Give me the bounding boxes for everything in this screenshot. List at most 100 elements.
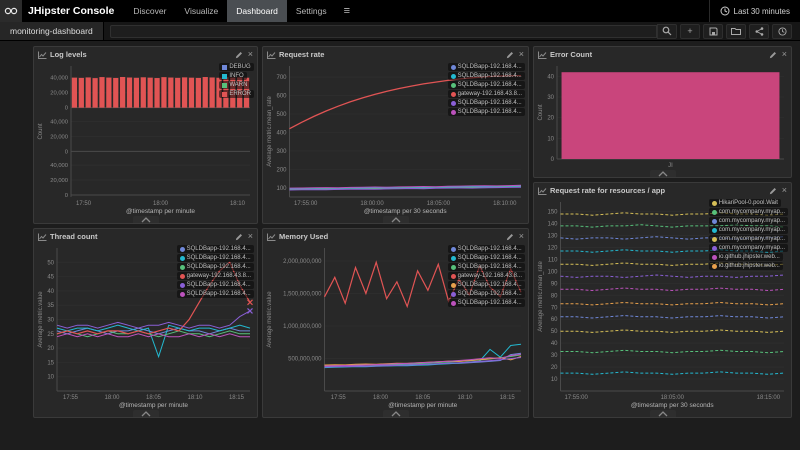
legend-item[interactable]: SQLDBapp-192.168.4... xyxy=(448,63,525,71)
nav-discover[interactable]: Discover xyxy=(124,0,175,22)
collapse-button[interactable] xyxy=(650,170,676,177)
legend-item[interactable]: SQLDBapp-192.168.4... xyxy=(177,263,254,271)
time-filter-label: Last 30 minutes xyxy=(734,7,790,16)
edit-icon[interactable] xyxy=(506,233,514,241)
chart-icon xyxy=(38,51,47,59)
legend-item[interactable]: SQLDBapp-192.168.4... xyxy=(448,263,525,271)
nav-settings[interactable]: Settings xyxy=(287,0,336,22)
edit-icon[interactable] xyxy=(769,187,777,195)
clock-icon xyxy=(778,27,787,36)
open-dashboard-button[interactable] xyxy=(726,24,746,39)
legend-item[interactable]: com.mycompany.myap... xyxy=(709,244,788,252)
close-icon[interactable]: × xyxy=(782,186,787,195)
close-icon[interactable]: × xyxy=(248,50,253,59)
chart-icon xyxy=(38,233,47,241)
legend-item[interactable]: gateway-192.168.43.8... xyxy=(177,272,254,280)
close-icon[interactable]: × xyxy=(248,232,253,241)
panel-header[interactable]: Error Count× xyxy=(534,47,791,62)
legend-item[interactable]: SQLDBapp-192.168.4... xyxy=(448,245,525,253)
chevron-up-icon xyxy=(390,217,402,223)
legend-swatch xyxy=(222,83,227,88)
legend-item[interactable]: SQLDBapp-192.168.4... xyxy=(177,245,254,253)
edit-icon[interactable] xyxy=(235,233,243,241)
panel-title: Memory Used xyxy=(279,232,503,241)
close-icon[interactable]: × xyxy=(519,232,524,241)
svg-text:1,500,000,000: 1,500,000,000 xyxy=(283,292,322,298)
breadcrumb-dashboard-name[interactable]: monitoring-dashboard xyxy=(0,22,104,40)
legend-item[interactable]: com.mycompany.myap... xyxy=(709,226,788,234)
legend-item[interactable]: SQLDBapp-192.168.4... xyxy=(448,72,525,80)
legend-label: WARN xyxy=(229,82,247,88)
legend-label: com.mycompany.myap... xyxy=(719,227,785,233)
close-icon[interactable]: × xyxy=(519,50,524,59)
svg-text:30: 30 xyxy=(47,318,54,324)
collapse-button[interactable] xyxy=(383,410,409,417)
nav-visualize[interactable]: Visualize xyxy=(175,0,227,22)
chart-area: Average metric.mean_rate17:55:0018:05:00… xyxy=(536,198,789,410)
svg-text:0: 0 xyxy=(65,193,68,199)
collapse-button[interactable] xyxy=(133,216,159,223)
search-button[interactable] xyxy=(657,24,677,39)
menu-icon[interactable]: ≡ xyxy=(336,0,358,22)
new-dashboard-button[interactable]: + xyxy=(680,24,700,39)
jhipster-logo[interactable] xyxy=(0,0,22,22)
save-dashboard-button[interactable] xyxy=(703,24,723,39)
legend-item[interactable]: INFO xyxy=(219,72,246,80)
legend-item[interactable]: io.github.jhipster.web... xyxy=(709,262,783,270)
legend-item[interactable]: SQLDBapp-192.168.4... xyxy=(448,99,525,107)
legend-item[interactable]: SQLDBapp-192.168.4... xyxy=(448,290,525,298)
legend-item[interactable]: HikariPool-0.pool.Wait xyxy=(709,199,781,207)
svg-text:Average metric.mean_rate: Average metric.mean_rate xyxy=(267,96,273,167)
legend-swatch xyxy=(712,228,717,233)
edit-icon[interactable] xyxy=(506,51,514,59)
collapse-button[interactable] xyxy=(383,216,409,223)
legend-item[interactable]: SQLDBapp-192.168.4... xyxy=(448,281,525,289)
panel-header[interactable]: Memory Used × xyxy=(263,229,528,244)
legend-item[interactable]: gateway-192.168.43.8... xyxy=(448,272,525,280)
edit-icon[interactable] xyxy=(235,51,243,59)
legend-item[interactable]: SQLDBapp-192.168.4... xyxy=(177,281,254,289)
legend-label: io.github.jhipster.web... xyxy=(719,254,780,260)
legend-item[interactable]: io.github.jhipster.web... xyxy=(709,253,783,261)
svg-text:Count: Count xyxy=(538,104,544,120)
legend-item[interactable]: com.mycompany.myap... xyxy=(709,208,788,216)
legend-item[interactable]: WARN xyxy=(219,81,250,89)
chevron-up-icon xyxy=(657,411,669,417)
legend-swatch xyxy=(712,237,717,242)
app-title[interactable]: JHipster Console xyxy=(22,5,124,17)
collapse-button[interactable] xyxy=(133,410,159,417)
legend-item[interactable]: com.mycompany.myap... xyxy=(709,217,788,225)
legend-item[interactable]: SQLDBapp-192.168.4... xyxy=(448,254,525,262)
close-icon[interactable]: × xyxy=(782,50,787,59)
legend-item[interactable]: SQLDBapp-192.168.4... xyxy=(448,108,525,116)
legend-item[interactable]: SQLDBapp-192.168.4... xyxy=(177,254,254,262)
svg-text:40,000: 40,000 xyxy=(50,76,68,82)
panel-header[interactable]: Log levels× xyxy=(34,47,257,62)
chart-legend: HikariPool-0.pool.Waitcom.mycompany.myap… xyxy=(709,199,788,270)
legend-item[interactable]: ERROR xyxy=(219,90,254,98)
query-input[interactable] xyxy=(110,25,657,38)
chart-area: Count17:5018:0018:10@timestamp per minut… xyxy=(36,62,255,216)
chevron-up-icon xyxy=(140,217,152,223)
share-dashboard-button[interactable] xyxy=(749,24,769,39)
legend-swatch xyxy=(712,255,717,260)
legend-item[interactable]: SQLDBapp-192.168.4... xyxy=(448,299,525,307)
panel-header[interactable]: Thread count× xyxy=(34,229,257,244)
svg-text:20,000: 20,000 xyxy=(50,134,68,140)
save-icon xyxy=(709,27,718,36)
nav-dashboard[interactable]: Dashboard xyxy=(227,0,287,22)
time-filter[interactable]: Last 30 minutes xyxy=(709,0,800,22)
panel-header[interactable]: Request rate for resources / app× xyxy=(534,183,791,198)
timepicker-button[interactable] xyxy=(772,24,792,39)
legend-swatch xyxy=(222,65,227,70)
chart-legend: DEBUGINFO WARN ERROR xyxy=(219,63,254,98)
legend-item[interactable]: gateway-192.168.43.8... xyxy=(448,90,525,98)
legend-item[interactable]: SQLDBapp-192.168.4... xyxy=(448,81,525,89)
legend-item[interactable]: SQLDBapp-192.168.4... xyxy=(177,290,254,298)
edit-icon[interactable] xyxy=(769,51,777,59)
panel-header[interactable]: Request rate× xyxy=(263,47,528,62)
legend-item[interactable]: com.mycompany.myap... xyxy=(709,235,788,243)
svg-text:140: 140 xyxy=(547,222,558,228)
collapse-button[interactable] xyxy=(650,410,676,417)
legend-item[interactable]: DEBUG xyxy=(219,63,253,71)
